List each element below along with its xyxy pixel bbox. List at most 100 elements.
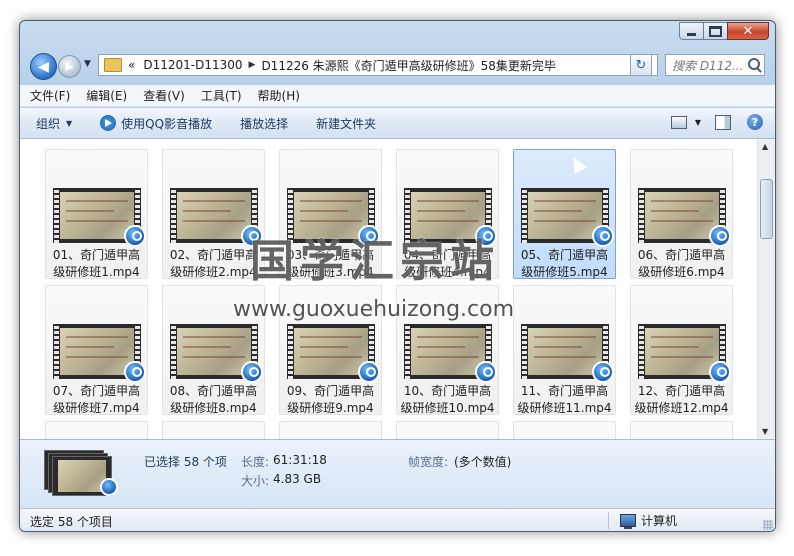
close-icon: ✕ xyxy=(742,23,754,39)
address-bar[interactable]: « D11201-D11300 ▶ D11226 朱源熙《奇门遁甲高级研修班》5… xyxy=(98,54,658,76)
menu-view[interactable]: 查看(V) xyxy=(143,87,185,104)
file-name-line: 08、奇门遁甲高 xyxy=(169,384,258,398)
file-name: 12、奇门遁甲高 级研修班12.mp4 xyxy=(633,383,730,417)
file-name: 10、奇门遁甲高 级研修班10.mp4 xyxy=(399,383,496,417)
back-arrow-icon: ◀ xyxy=(38,58,49,75)
file-name-line: 级研修班11.mp4 xyxy=(517,401,612,415)
selection-stack-thumbnail xyxy=(44,450,118,496)
file-item[interactable]: 11、奇门遁甲高 级研修班11.mp4 xyxy=(513,285,616,415)
file-name-line: 02、奇门遁甲高 xyxy=(169,248,258,262)
breadcrumb-segment[interactable]: D11226 朱源熙《奇门遁甲高级研修班》58集更新完毕 xyxy=(261,57,556,74)
navigation-bar: ◀ ▶ ▼ « D11201-D11300 ▶ D11226 朱源熙《奇门遁甲高… xyxy=(20,49,775,83)
file-name-line: 11、奇门遁甲高 xyxy=(520,384,609,398)
file-item[interactable] xyxy=(513,421,616,439)
file-name-line: 09、奇门遁甲高 xyxy=(286,384,375,398)
file-item[interactable]: 01、奇门遁甲高 级研修班1.mp4 xyxy=(45,149,148,279)
frame-width-value: (多个数值) xyxy=(454,455,512,469)
minimize-button[interactable] xyxy=(679,22,704,40)
file-name-line: 级研修班9.mp4 xyxy=(287,401,374,415)
new-folder-button[interactable]: 新建文件夹 xyxy=(316,115,376,132)
file-name: 01、奇门遁甲高 级研修班1.mp4 xyxy=(48,247,145,281)
qq-video-badge-icon xyxy=(124,225,146,247)
file-name-line: 06、奇门遁甲高 xyxy=(637,248,726,262)
size-value: 4.83 GB xyxy=(273,472,322,486)
forward-button[interactable]: ▶ xyxy=(58,55,81,78)
selection-count: 已选择 58 个项 xyxy=(144,455,227,469)
file-item[interactable] xyxy=(45,421,148,439)
file-name-line: 07、奇门遁甲高 xyxy=(52,384,141,398)
video-badge-icon xyxy=(100,478,118,496)
qq-video-badge-icon xyxy=(358,361,380,383)
search-input[interactable]: 搜索 D112... xyxy=(665,54,765,76)
view-options-chevron-icon[interactable]: ▼ xyxy=(695,118,701,127)
help-icon[interactable]: ? xyxy=(747,114,763,130)
caption-buttons: ✕ xyxy=(679,22,769,40)
qq-video-badge-icon xyxy=(124,361,146,383)
recent-pages-dropdown[interactable]: ▼ xyxy=(84,59,91,69)
vertical-scrollbar[interactable]: ▲ ▼ xyxy=(757,139,775,439)
file-name-line: 级研修班2.mp4 xyxy=(170,265,257,279)
length-value: 61:31:18 xyxy=(273,453,327,467)
back-button[interactable]: ◀ xyxy=(30,53,57,80)
menu-file[interactable]: 文件(F) xyxy=(30,87,70,104)
minimize-icon xyxy=(687,32,696,36)
scroll-thumb[interactable] xyxy=(760,179,773,239)
preview-pane-icon[interactable] xyxy=(715,114,731,130)
file-view[interactable]: 01、奇门遁甲高 级研修班1.mp4 02、奇门遁甲高 级研修班2.mp4 03、奇门遁… xyxy=(20,139,757,439)
watermark-url: www.guoxuehuizong.com xyxy=(233,297,515,322)
play-with-qq-button[interactable]: 使用QQ影音播放 xyxy=(100,115,212,132)
file-item[interactable]: 07、奇门遁甲高 级研修班7.mp4 xyxy=(45,285,148,415)
details-pane: 已选择 58 个项 长度: 61:31:18 大小: 4.83 GB 帧宽度: … xyxy=(20,439,775,508)
file-item[interactable] xyxy=(162,421,265,439)
scroll-up-icon[interactable]: ▲ xyxy=(762,142,768,151)
file-name: 06、奇门遁甲高 级研修班6.mp4 xyxy=(633,247,730,281)
refresh-button[interactable]: ↻ xyxy=(630,54,652,76)
menu-edit[interactable]: 编辑(E) xyxy=(86,87,127,104)
file-name-line: 级研修班7.mp4 xyxy=(53,401,140,415)
file-item[interactable]: 06、奇门遁甲高 级研修班6.mp4 xyxy=(630,149,733,279)
file-item[interactable] xyxy=(630,421,733,439)
play-selection-label: 播放选择 xyxy=(240,116,289,131)
breadcrumb-chevron-icon[interactable]: ▶ xyxy=(249,60,256,70)
status-location-text: 计算机 xyxy=(641,514,678,528)
file-name-line: 级研修班1.mp4 xyxy=(53,265,140,279)
computer-icon xyxy=(620,514,636,529)
qq-video-badge-icon xyxy=(709,225,731,247)
scroll-down-icon[interactable]: ▼ xyxy=(762,427,768,436)
qq-video-badge-icon xyxy=(709,361,731,383)
organize-button[interactable]: 组织 ▼ xyxy=(36,115,72,132)
file-item[interactable]: 12、奇门遁甲高 级研修班12.mp4 xyxy=(630,285,733,415)
file-item[interactable] xyxy=(396,421,499,439)
status-bar: 选定 58 个项目 计算机 xyxy=(20,508,775,531)
qq-player-icon xyxy=(100,115,117,131)
file-item[interactable] xyxy=(279,421,382,439)
change-view-icon[interactable] xyxy=(670,115,687,129)
file-item[interactable]: 05、奇门遁甲高 级研修班5.mp4 xyxy=(513,149,616,279)
length-label: 长度: xyxy=(241,455,270,469)
menu-bar: 文件(F) 编辑(E) 查看(V) 工具(T) 帮助(H) xyxy=(20,85,775,107)
file-name: 07、奇门遁甲高 级研修班7.mp4 xyxy=(48,383,145,417)
maximize-icon xyxy=(709,25,722,37)
breadcrumb-segment[interactable]: D11201-D11300 xyxy=(143,58,242,72)
file-name: 09、奇门遁甲高 级研修班9.mp4 xyxy=(282,383,379,417)
file-name: 08、奇门遁甲高 级研修班8.mp4 xyxy=(165,383,262,417)
path-overflow[interactable]: « xyxy=(128,58,135,72)
chevron-down-icon: ▼ xyxy=(66,118,73,128)
search-icon[interactable] xyxy=(748,58,760,70)
menu-tools[interactable]: 工具(T) xyxy=(201,87,242,104)
file-name-line: 级研修班12.mp4 xyxy=(634,401,729,415)
file-name-line: 级研修班8.mp4 xyxy=(170,401,257,415)
play-selection-button[interactable]: 播放选择 xyxy=(240,115,288,132)
maximize-button[interactable] xyxy=(703,22,728,40)
watermark-title: 国学汇宗站 xyxy=(250,236,500,287)
close-button[interactable]: ✕ xyxy=(727,22,769,40)
file-name-line: 05、奇门遁甲高 xyxy=(520,248,609,262)
search-placeholder: 搜索 D112... xyxy=(672,58,744,73)
file-name: 02、奇门遁甲高 级研修班2.mp4 xyxy=(165,247,262,281)
file-name-line: 级研修班10.mp4 xyxy=(400,401,495,415)
file-name-line: 10、奇门遁甲高 xyxy=(403,384,492,398)
status-location: 计算机 xyxy=(620,512,677,529)
qq-video-badge-icon xyxy=(241,361,263,383)
resize-grip[interactable] xyxy=(763,520,773,530)
menu-help[interactable]: 帮助(H) xyxy=(258,87,300,104)
